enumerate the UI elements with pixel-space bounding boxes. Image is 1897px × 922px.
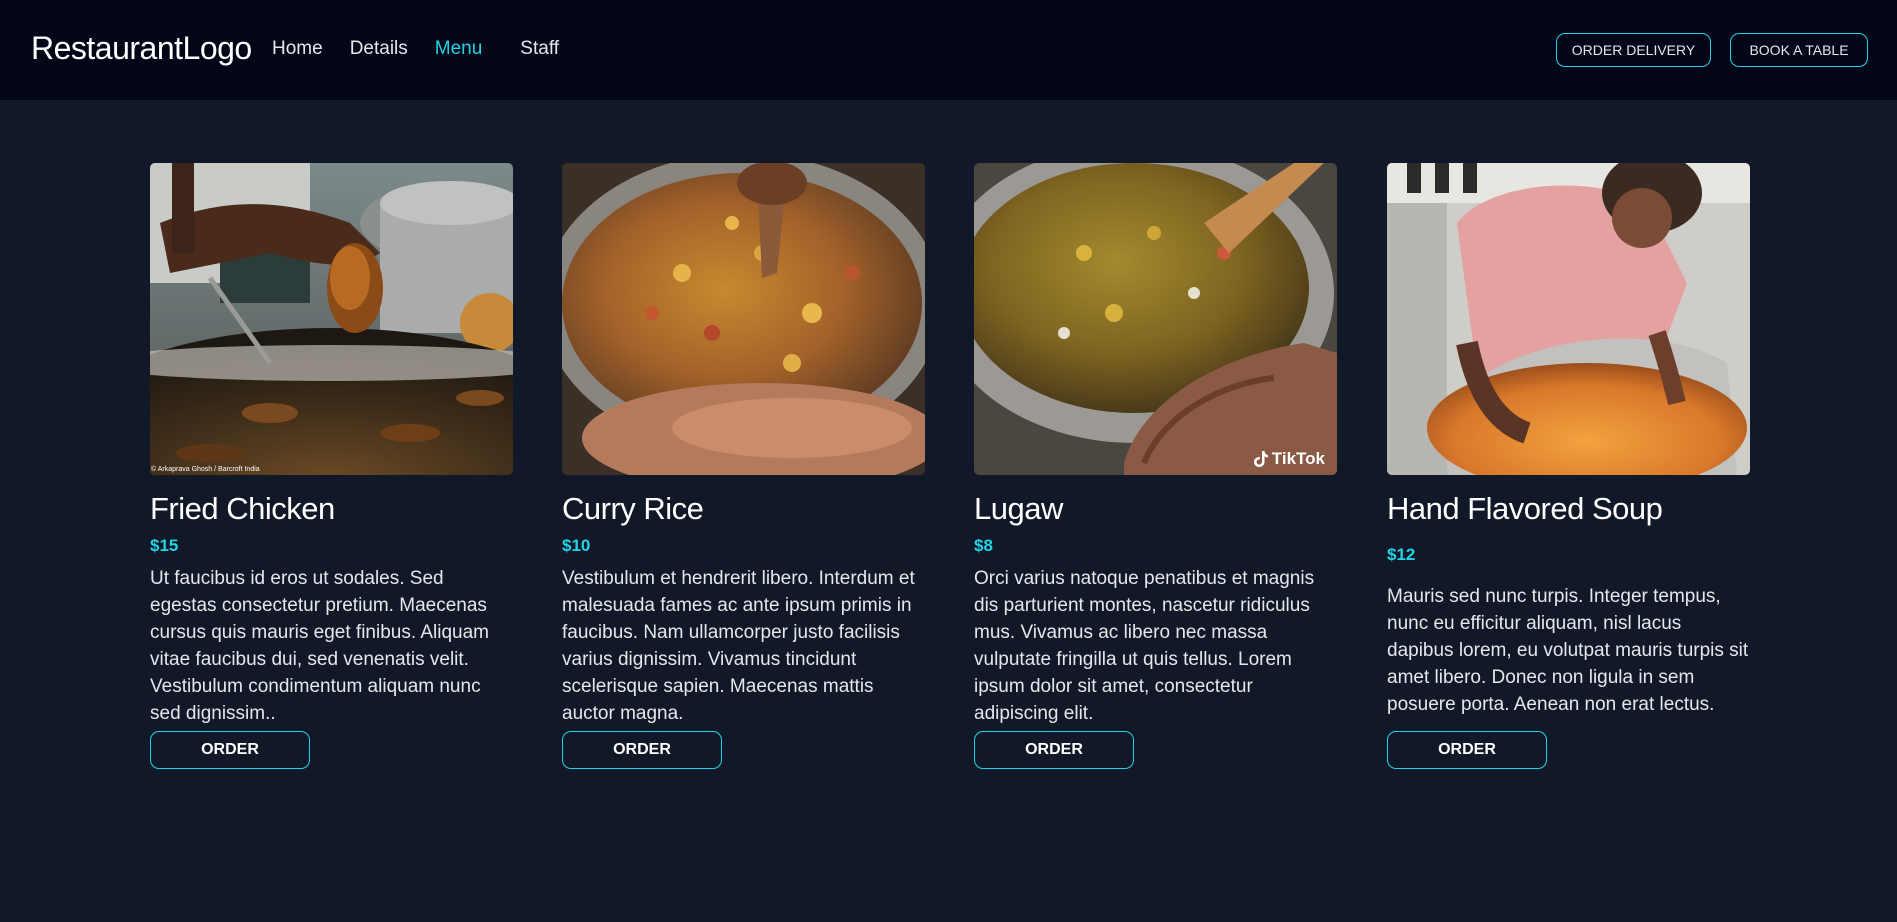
- menu-item-price: $8: [974, 536, 993, 555]
- book-table-button[interactable]: BOOK A TABLE: [1730, 33, 1868, 67]
- card-body: Fried Chicken $15 Ut faucibus id eros ut…: [150, 491, 513, 727]
- menu-item-name: Fried Chicken: [150, 491, 335, 526]
- order-delivery-button[interactable]: ORDER DELIVERY: [1556, 33, 1711, 67]
- curry-rice-image: [562, 163, 925, 475]
- card-body: Curry Rice $10 Vestibulum et hendrerit l…: [562, 491, 925, 727]
- menu-item-price: $10: [562, 536, 591, 555]
- soup-photo: [1387, 163, 1750, 475]
- soup-image: [1387, 163, 1750, 475]
- menu-item-description: Ut faucibus id eros ut sodales. Sed eges…: [150, 568, 489, 724]
- lugaw-photo: [974, 163, 1337, 475]
- tiktok-icon: [1253, 450, 1269, 468]
- card-body: Lugaw $8 Orci varius natoque penatibus e…: [974, 491, 1337, 727]
- fried-chicken-image: © Arkaprava Ghosh / Barcroft India: [150, 163, 513, 475]
- menu-card-lugaw: TikTok Lugaw $8 Orci varius natoque pena…: [974, 163, 1337, 769]
- menu-item-name: Curry Rice: [562, 491, 704, 526]
- menu-card-curry-rice: Curry Rice $10 Vestibulum et hendrerit l…: [562, 163, 925, 769]
- fried-chicken-photo: [150, 163, 513, 475]
- card-body: Hand Flavored Soup $12 Mauris sed nunc t…: [1387, 491, 1750, 718]
- menu-item-price: $15: [150, 536, 179, 555]
- order-button[interactable]: ORDER: [150, 731, 310, 769]
- tiktok-watermark: TikTok: [1253, 449, 1325, 469]
- menu-card-fried-chicken: © Arkaprava Ghosh / Barcroft India Fried…: [150, 163, 513, 769]
- menu-item-description: Vestibulum et hendrerit libero. Interdum…: [562, 568, 915, 724]
- menu-item-name: Lugaw: [974, 491, 1063, 526]
- curry-rice-photo: [562, 163, 925, 475]
- restaurant-logo[interactable]: RestaurantLogo: [31, 30, 252, 67]
- main-nav: Home Details Menu Staff: [272, 38, 559, 60]
- nav-link-menu[interactable]: Menu: [435, 38, 483, 60]
- lugaw-image: TikTok: [974, 163, 1337, 475]
- site-header: RestaurantLogo Home Details Menu Staff O…: [0, 0, 1897, 100]
- nav-link-staff[interactable]: Staff: [520, 38, 559, 60]
- menu-item-description: Orci varius natoque penatibus et magnis …: [974, 568, 1315, 724]
- nav-link-home[interactable]: Home: [272, 38, 323, 60]
- menu-card-hand-flavored-soup: Hand Flavored Soup $12 Mauris sed nunc t…: [1387, 163, 1750, 769]
- menu-item-name: Hand Flavored Soup: [1387, 491, 1663, 526]
- menu-item-price: $12: [1387, 545, 1416, 564]
- order-button[interactable]: ORDER: [1387, 731, 1547, 769]
- order-button[interactable]: ORDER: [974, 731, 1134, 769]
- order-button[interactable]: ORDER: [562, 731, 722, 769]
- nav-link-details[interactable]: Details: [350, 38, 408, 60]
- image-credit: © Arkaprava Ghosh / Barcroft India: [151, 466, 260, 473]
- menu-item-description: Mauris sed nunc turpis. Integer tempus, …: [1387, 586, 1749, 715]
- tiktok-text: TikTok: [1271, 449, 1325, 468]
